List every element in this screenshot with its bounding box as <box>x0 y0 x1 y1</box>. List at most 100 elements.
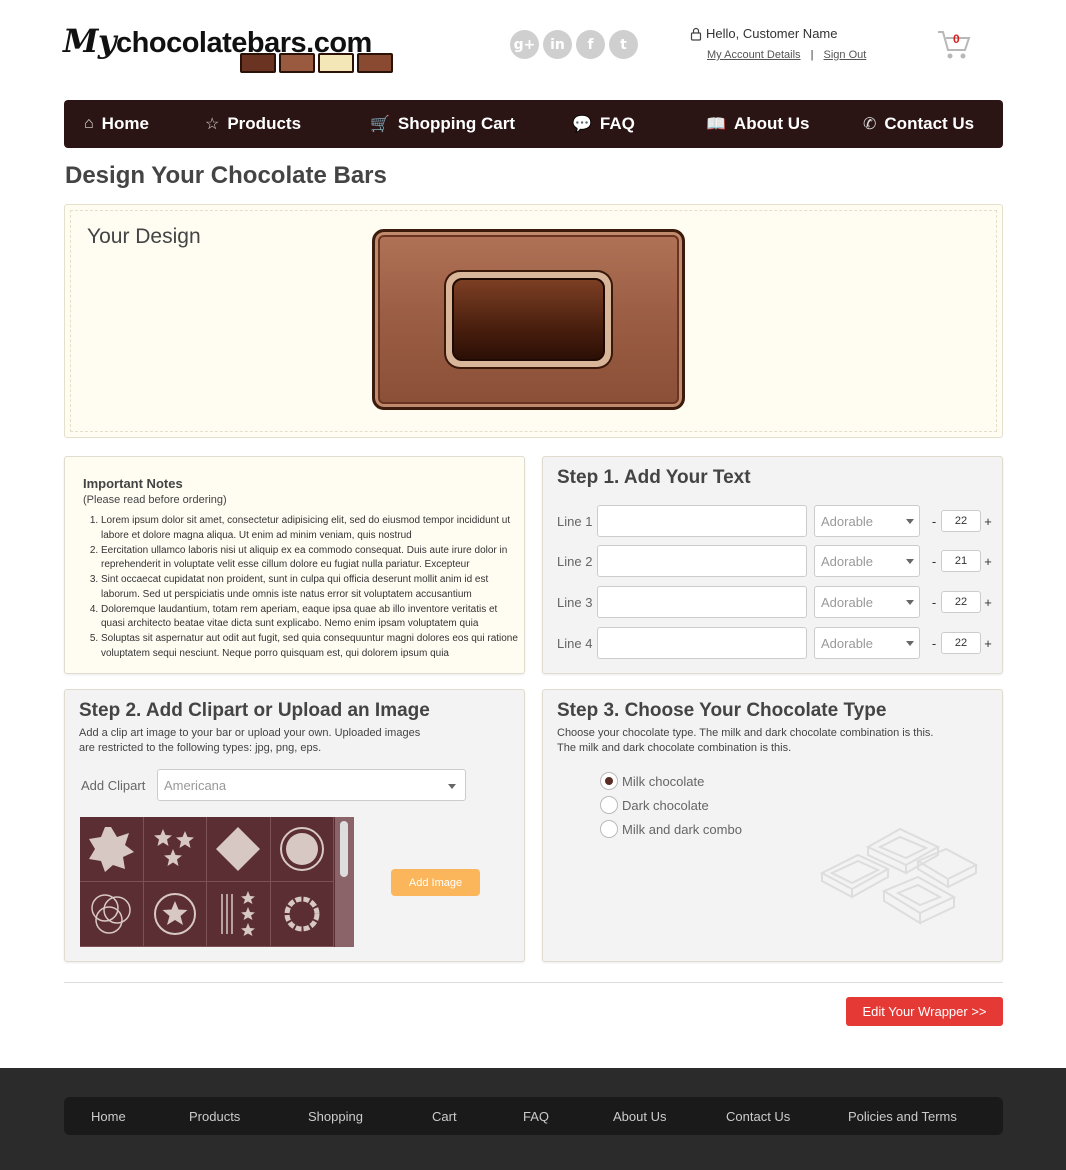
footer-link-about[interactable]: About Us <box>613 1097 666 1135</box>
step2-desc-line-2: are restricted to the following types: j… <box>79 742 322 754</box>
step2-clipart: Step 2. Add Clipart or Upload an Image A… <box>64 689 525 962</box>
main-nav: ⌂ Home ☆ Products 🛒 Shopping Cart 💬 FAQ 📖 Abo… <box>64 100 1003 148</box>
clipart-item[interactable] <box>143 882 207 947</box>
nav-products[interactable]: ☆ Products <box>205 100 301 148</box>
circle-badge-icon <box>279 827 324 871</box>
chevron-down-icon <box>906 519 914 524</box>
twitter-icon[interactable]: t <box>609 30 638 59</box>
site-logo[interactable]: Mychocolatebars.com <box>63 22 403 77</box>
linkedin-icon[interactable]: in <box>543 30 572 59</box>
edit-wrapper-button[interactable]: Edit Your Wrapper >> <box>846 997 1003 1026</box>
size-value[interactable]: 21 <box>941 550 981 572</box>
notes-list: Lorem ipsum dolor sit amet, consectetur … <box>101 514 521 662</box>
size-value[interactable]: 22 <box>941 591 981 613</box>
nav-products-label: Products <box>227 114 302 133</box>
footer-link-policies[interactable]: Policies and Terms <box>848 1097 957 1135</box>
logo-bar-dark <box>240 53 276 73</box>
option-dark[interactable]: Dark chocolate <box>600 793 742 817</box>
clipart-category-select[interactable]: Americana <box>157 769 466 801</box>
clipart-item[interactable] <box>80 817 144 882</box>
nav-faq-label: FAQ <box>599 114 635 133</box>
radio-combo[interactable] <box>600 820 618 838</box>
sign-out-link[interactable]: Sign Out <box>824 49 867 61</box>
footer-link-shopping[interactable]: Shopping <box>308 1097 363 1135</box>
line-4-input[interactable] <box>597 627 807 659</box>
clipart-item[interactable] <box>270 817 334 882</box>
nav-home[interactable]: ⌂ Home <box>84 100 149 148</box>
line-label: Line 3 <box>557 594 593 610</box>
size-increase-button[interactable]: + <box>984 595 992 610</box>
size-increase-button[interactable]: + <box>984 514 992 529</box>
line-label: Line 1 <box>557 513 593 529</box>
line-1-font-select[interactable]: Adorable <box>814 505 920 537</box>
clipart-item[interactable] <box>207 882 271 947</box>
footer-link-contact[interactable]: Contact Us <box>726 1097 790 1135</box>
chocolate-bar-label-area <box>446 272 611 367</box>
option-combo[interactable]: Milk and dark combo <box>600 817 742 841</box>
logo-bar-milk <box>279 53 315 73</box>
greeting-text: Hello, Customer Name <box>706 26 838 41</box>
clipart-item[interactable] <box>207 817 271 882</box>
step1-add-text: Step 1. Add Your Text Line 1 Adorable - … <box>542 456 1003 674</box>
page-title: Design Your Chocolate Bars <box>65 162 387 189</box>
cart-button[interactable]: 0 <box>936 28 976 62</box>
line-2-input[interactable] <box>597 545 807 577</box>
size-value[interactable]: 22 <box>941 632 981 654</box>
clipart-scrollbar[interactable] <box>335 817 354 947</box>
footer-nav: Home Products Shopping Cart FAQ About Us… <box>64 1097 1003 1135</box>
chocolate-pieces-illustration <box>819 827 978 925</box>
add-image-button[interactable]: Add Image <box>391 869 480 896</box>
chocolate-bar-preview <box>372 229 685 410</box>
diamond-icon <box>216 827 261 871</box>
option-label: Dark chocolate <box>622 797 709 813</box>
size-decrease-button[interactable]: - <box>930 514 938 529</box>
clipart-item[interactable] <box>143 817 207 882</box>
footer-link-products[interactable]: Products <box>189 1097 240 1135</box>
nav-about[interactable]: 📖 About Us <box>706 100 809 148</box>
clipart-scroll-thumb[interactable] <box>340 821 348 877</box>
chat-icon: 💬 <box>572 116 592 133</box>
clipart-item[interactable] <box>80 882 144 947</box>
clipart-item[interactable] <box>270 882 334 947</box>
cart-icon: 🛒 <box>370 116 390 133</box>
size-increase-button[interactable]: + <box>984 636 992 651</box>
footer-link-home[interactable]: Home <box>91 1097 126 1135</box>
site-header: Mychocolatebars.com g+ in f t Hello, Cus… <box>0 0 1066 100</box>
clipart-category-value: Americana <box>164 777 227 793</box>
size-decrease-button[interactable]: - <box>930 636 938 651</box>
step3-description: Choose your chocolate type. The milk and… <box>557 726 933 756</box>
option-milk[interactable]: Milk chocolate <box>600 769 742 793</box>
size-decrease-button[interactable]: - <box>930 554 938 569</box>
list-item: Lorem ipsum dolor sit amet, consectetur … <box>101 514 521 543</box>
line-3-input[interactable] <box>597 586 807 618</box>
radio-milk-checked[interactable] <box>600 772 618 790</box>
stars-icon <box>153 829 194 866</box>
footer-link-faq[interactable]: FAQ <box>523 1097 549 1135</box>
line-label: Line 2 <box>557 553 593 569</box>
nav-contact[interactable]: ✆ Contact Us <box>863 100 974 148</box>
chevron-down-icon <box>448 784 456 789</box>
google-plus-icon[interactable]: g+ <box>510 30 539 59</box>
facebook-icon[interactable]: f <box>576 30 605 59</box>
chevron-down-icon <box>906 559 914 564</box>
footer-link-cart[interactable]: Cart <box>432 1097 457 1135</box>
line-2-font-select[interactable]: Adorable <box>814 545 920 577</box>
line-4-font-select[interactable]: Adorable <box>814 627 920 659</box>
account-area: Hello, Customer Name My Account Details … <box>690 26 866 61</box>
account-links: My Account Details | Sign Out <box>707 49 866 61</box>
line-3-font-select[interactable]: Adorable <box>814 586 920 618</box>
nav-shopping-cart[interactable]: 🛒 Shopping Cart <box>370 100 515 148</box>
size-decrease-button[interactable]: - <box>930 595 938 610</box>
size-increase-button[interactable]: + <box>984 554 992 569</box>
line-1-input[interactable] <box>597 505 807 537</box>
font-value: Adorable <box>821 513 874 529</box>
scalloped-circle-icon <box>284 896 320 932</box>
step2-description: Add a clip art image to your bar or uplo… <box>79 726 420 756</box>
nav-faq[interactable]: 💬 FAQ <box>572 100 635 148</box>
clipart-label: Add Clipart <box>81 777 146 793</box>
list-item: Soluptas sit aspernatur aut odit aut fug… <box>101 632 521 661</box>
account-details-link[interactable]: My Account Details <box>707 49 801 61</box>
size-value[interactable]: 22 <box>941 510 981 532</box>
text-line-1: Line 1 Adorable - 22 + <box>557 505 992 537</box>
radio-dark[interactable] <box>600 796 618 814</box>
